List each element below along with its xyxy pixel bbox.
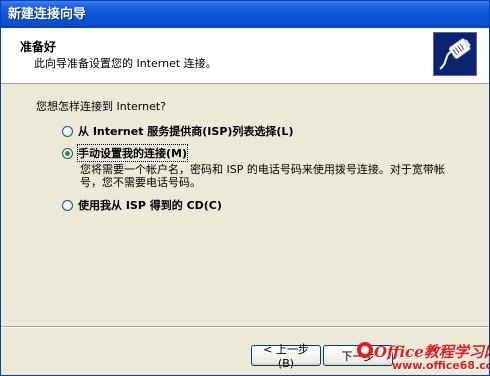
header-subtitle: 此向导准备设置您的 Internet 连接。 — [34, 57, 217, 70]
network-cable-icon — [433, 32, 477, 76]
option-isp-cd[interactable]: 使用我从 ISP 得到的 CD(C) — [62, 197, 222, 213]
back-button[interactable]: < 上一步(B) — [251, 343, 321, 370]
connection-question: 您想怎样连接到 Internet? — [36, 100, 167, 113]
watermark-url: www.office68.com — [392, 359, 489, 372]
title-bar[interactable]: 新建连接向导 — [1, 1, 489, 28]
window-title: 新建连接向导 — [8, 7, 87, 22]
radio-manual-setup[interactable] — [62, 147, 73, 159]
option-isp-list-label: 从 Internet 服务提供商(ISP)列表选择(L) — [78, 125, 294, 138]
wizard-header: 准备好 此向导准备设置您的 Internet 连接。 — [1, 28, 489, 84]
option-isp-cd-label: 使用我从 ISP 得到的 CD(C) — [78, 199, 222, 212]
option-manual-setup-label: 手动设置我的连接(M) — [76, 144, 189, 162]
option-isp-list[interactable]: 从 Internet 服务提供商(ISP)列表选择(L) — [62, 123, 293, 139]
header-title: 准备好 — [20, 40, 57, 54]
radio-isp-cd[interactable] — [62, 199, 73, 211]
watermark-logo-icon — [357, 342, 373, 358]
manual-setup-description: 您将需要一个帐户名，密码和 ISP 的电话号码来使用拨号连接。对于宽带帐号，您不… — [80, 163, 445, 189]
radio-isp-list[interactable] — [62, 125, 73, 137]
watermark: Office教程学习网 www.office68.com — [356, 339, 489, 375]
wizard-window: 新建连接向导 准备好 此向导准备设置您的 Internet 连接。 您想怎样连接… — [0, 0, 490, 376]
footer-divider — [1, 326, 489, 328]
wizard-body: 您想怎样连接到 Internet? 从 Internet 服务提供商(ISP)列… — [1, 84, 489, 325]
option-manual-setup[interactable]: 手动设置我的连接(M) — [62, 144, 189, 162]
